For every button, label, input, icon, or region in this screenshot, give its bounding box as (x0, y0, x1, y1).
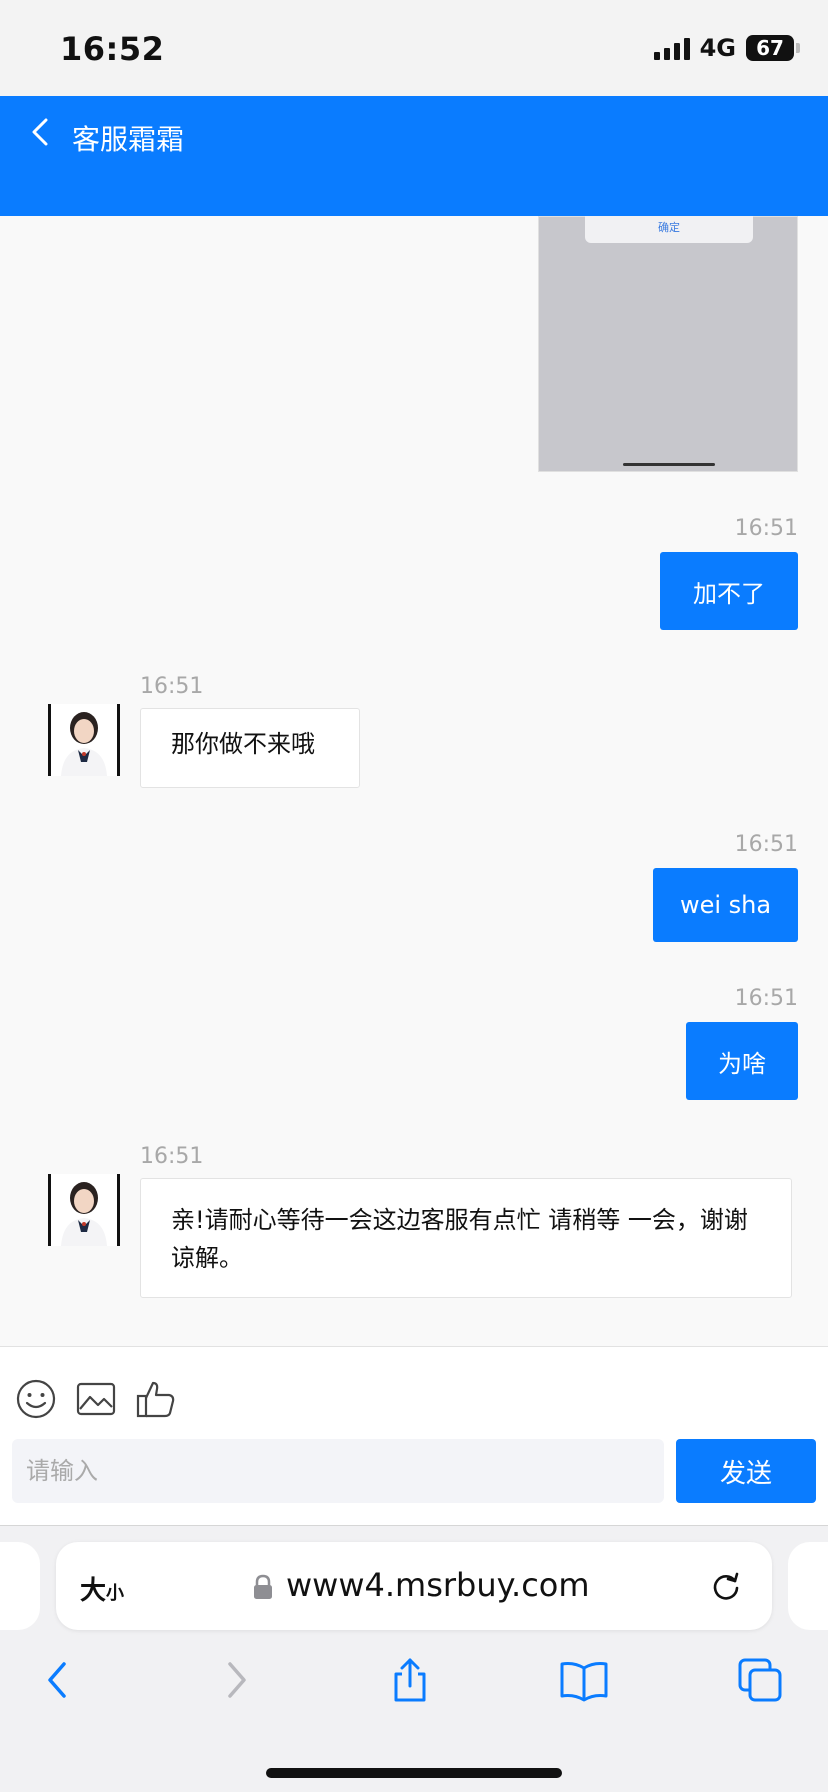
message-timestamp: 16:51 (734, 832, 798, 857)
message-input[interactable] (12, 1439, 664, 1503)
message-bubble-incoming[interactable]: 亲!请耐心等待一会这边客服有点忙 请稍等 一会，谢谢谅解。 (140, 1178, 792, 1298)
message-timestamp: 16:51 (734, 516, 798, 541)
status-indicators: 4G 67 (653, 34, 800, 62)
tabs-icon[interactable] (734, 1654, 786, 1706)
previous-tab-peek[interactable] (0, 1542, 40, 1630)
send-button[interactable]: 发送 (676, 1439, 816, 1503)
status-bar: 16:52 4G 67 (0, 0, 828, 96)
image-dialog-button: 确定 (585, 216, 753, 243)
message-bubble-outgoing[interactable]: 为啥 (686, 1022, 798, 1100)
lock-icon (254, 1574, 272, 1599)
forward-nav-icon[interactable] (210, 1654, 262, 1706)
emoji-icon[interactable] (14, 1377, 58, 1421)
text-size-button[interactable]: 大小 (80, 1570, 124, 1607)
url-text[interactable]: www4.msrbuy.com (286, 1566, 590, 1604)
sent-screenshot-image[interactable]: 确定 (538, 216, 798, 472)
battery-icon: 67 (746, 35, 800, 61)
message-timestamp: 16:51 (140, 674, 204, 699)
text-size-big: 大 (80, 1576, 107, 1606)
agent-avatar-image (51, 1174, 117, 1246)
bookmarks-icon[interactable] (558, 1654, 610, 1706)
home-indicator (266, 1768, 562, 1778)
message-timestamp: 16:51 (140, 1144, 204, 1169)
agent-avatar-image (51, 704, 117, 776)
share-icon[interactable] (384, 1654, 436, 1706)
reload-icon[interactable] (708, 1568, 744, 1604)
thumbs-up-icon[interactable] (134, 1377, 178, 1421)
network-type: 4G (699, 34, 736, 62)
agent-avatar[interactable] (48, 1174, 120, 1246)
message-bubble-incoming[interactable]: 那你做不来哦 (140, 708, 360, 788)
address-bar[interactable]: 大小 www4.msrbuy.com (56, 1542, 772, 1630)
next-tab-peek[interactable] (788, 1542, 828, 1630)
back-nav-icon[interactable] (32, 1654, 84, 1706)
text-size-small: 小 (106, 1583, 125, 1604)
status-time: 16:52 (60, 30, 165, 68)
agent-avatar[interactable] (48, 704, 120, 776)
back-icon[interactable] (22, 112, 62, 152)
browser-toolbar: 大小 www4.msrbuy.com (0, 1526, 828, 1792)
message-composer: 发送 (0, 1346, 828, 1526)
chat-header: 客服霜霜 (0, 96, 828, 216)
chat-area[interactable]: 确定 16:51 加不了 16:51 那你做不来哦 16:51 wei sha … (0, 216, 828, 1346)
image-icon[interactable] (74, 1377, 118, 1421)
image-home-bar (623, 463, 715, 466)
page-title: 客服霜霜 (72, 123, 185, 156)
message-timestamp: 16:51 (734, 986, 798, 1011)
message-bubble-outgoing[interactable]: wei sha (653, 868, 798, 942)
signal-icon (653, 36, 690, 60)
message-bubble-outgoing[interactable]: 加不了 (660, 552, 798, 630)
